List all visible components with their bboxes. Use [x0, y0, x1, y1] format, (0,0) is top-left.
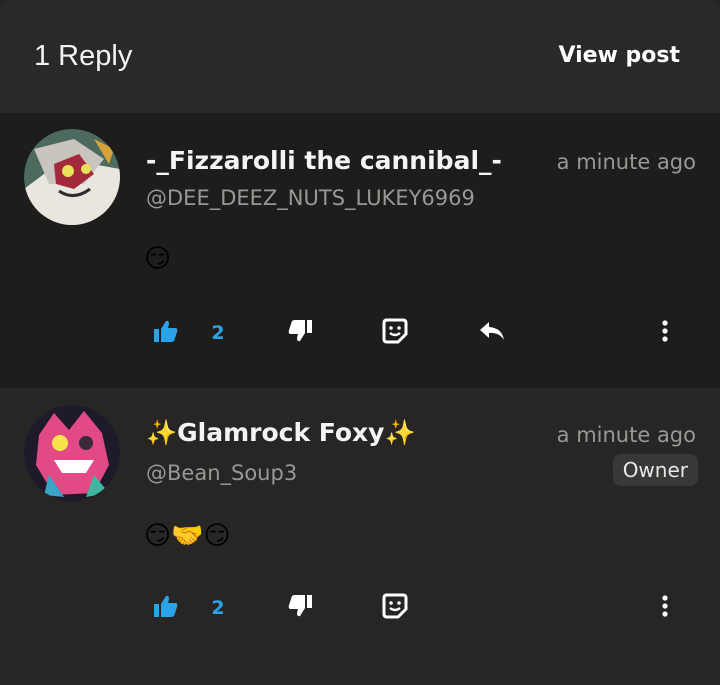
replies-count-title: 1 Reply: [34, 40, 133, 72]
comment-body: 😏: [144, 244, 172, 274]
thumbs-down-icon: [287, 594, 313, 622]
more-options-button[interactable]: [650, 313, 680, 353]
comment-timestamp: a minute ago: [556, 150, 696, 174]
like-button[interactable]: [146, 313, 186, 353]
comment-item: ✨Glamrock Foxy✨ @Bean_Soup3 a minute ago…: [0, 388, 720, 685]
more-icon: [661, 319, 669, 347]
comment-body: 😏🤝😏: [144, 521, 231, 551]
like-count: 2: [211, 322, 225, 344]
comment-actions: 2: [0, 313, 720, 353]
sticker-icon: [381, 592, 409, 624]
sticker-button[interactable]: [375, 588, 415, 628]
comment-author-name[interactable]: -_Fizzarolli the cannibal_-: [146, 146, 502, 175]
comment-author-handle[interactable]: @Bean_Soup3: [146, 461, 297, 485]
avatar[interactable]: [24, 129, 120, 225]
thumbs-up-icon: [153, 319, 179, 347]
like-button[interactable]: [146, 588, 186, 628]
like-count: 2: [211, 597, 225, 619]
comment-author-handle[interactable]: @DEE_DEEZ_NUTS_LUKEY6969: [146, 186, 475, 210]
avatar[interactable]: [24, 405, 120, 501]
owner-badge: Owner: [612, 454, 698, 486]
view-post-button[interactable]: View post: [558, 43, 680, 68]
replies-header: 1 Reply View post: [0, 0, 720, 113]
thumbs-down-icon: [287, 319, 313, 347]
comment-author-name[interactable]: ✨Glamrock Foxy✨: [146, 418, 416, 448]
comment-actions: 2: [0, 588, 720, 628]
replies-sheet: 1 Reply View post -_Fizzarolli the canni…: [0, 0, 720, 685]
thumbs-up-icon: [153, 594, 179, 622]
comment-item: -_Fizzarolli the cannibal_- @DEE_DEEZ_NU…: [0, 113, 720, 388]
more-options-button[interactable]: [650, 588, 680, 628]
sticker-button[interactable]: [375, 313, 415, 353]
dislike-button[interactable]: [280, 313, 320, 353]
reply-icon: [477, 319, 507, 347]
comment-timestamp: a minute ago: [556, 423, 696, 447]
dislike-button[interactable]: [280, 588, 320, 628]
sticker-icon: [381, 317, 409, 349]
more-icon: [661, 594, 669, 622]
reply-button[interactable]: [470, 313, 514, 353]
